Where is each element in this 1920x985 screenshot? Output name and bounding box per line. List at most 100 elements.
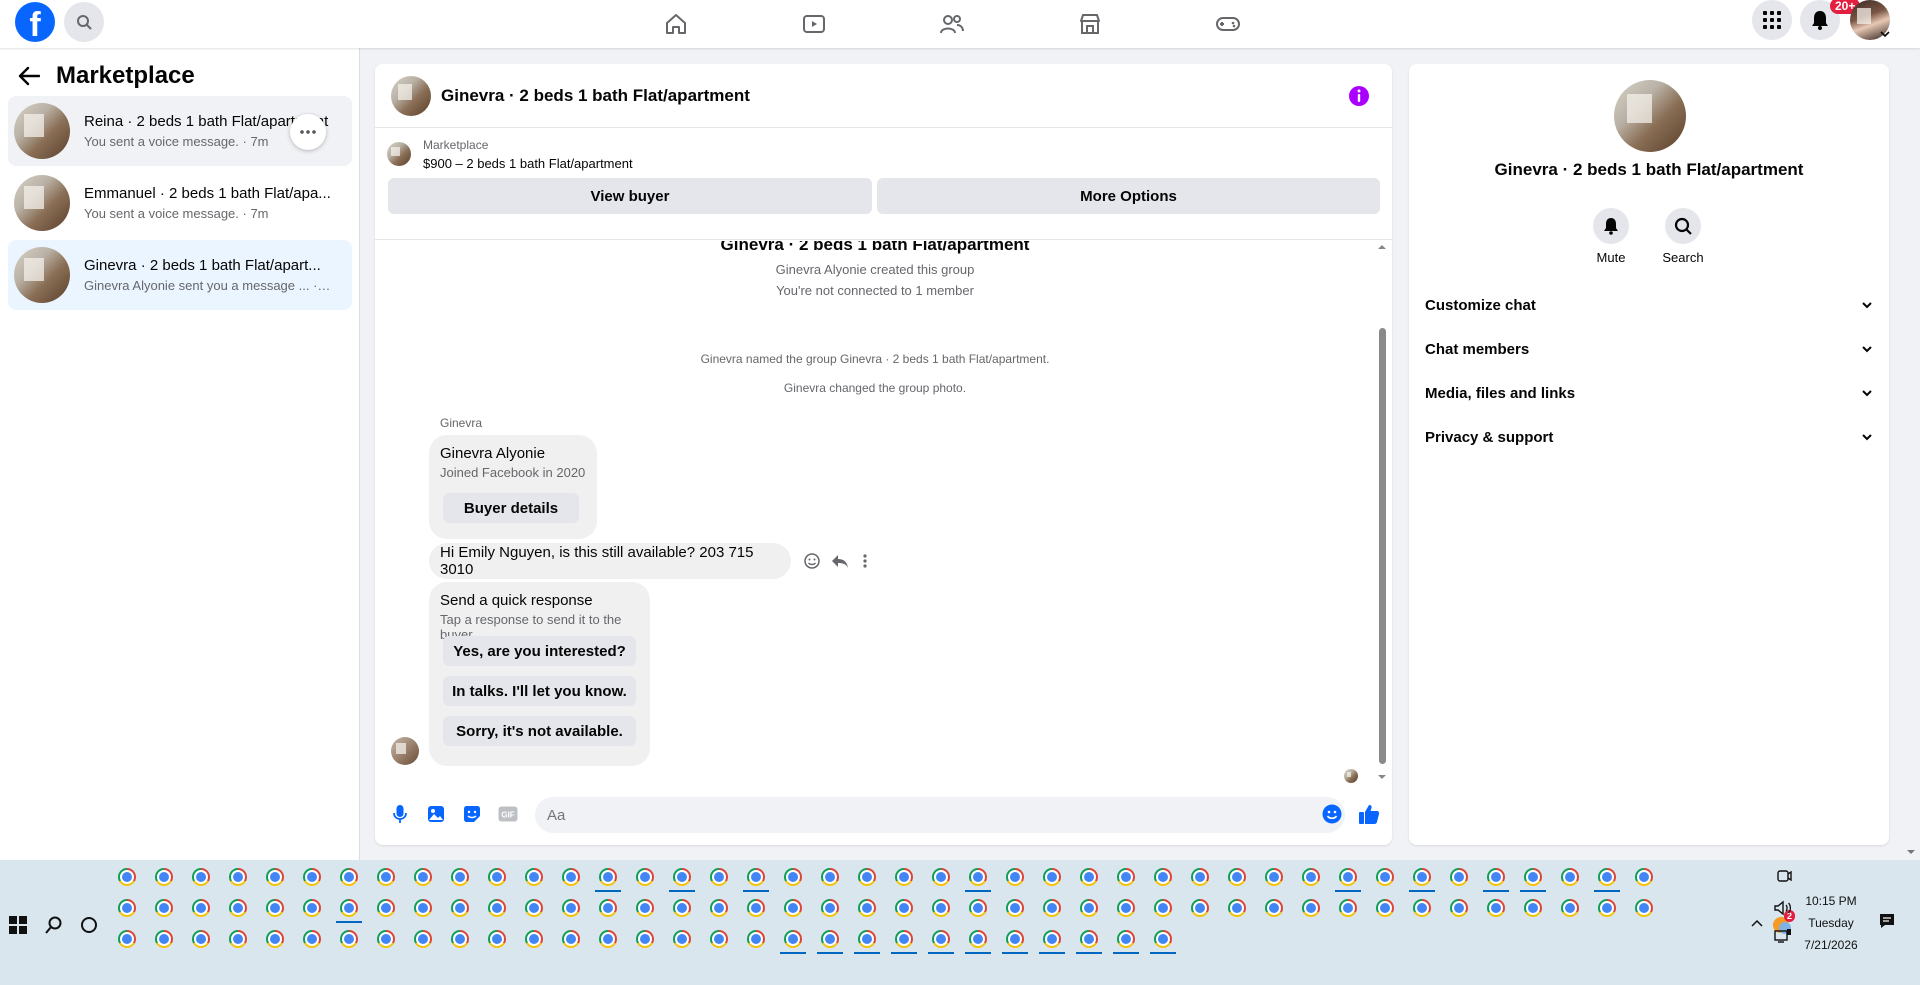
chrome-taskbar-icon[interactable] [895, 930, 913, 948]
chrome-taskbar-icon[interactable] [784, 930, 802, 948]
chrome-taskbar-icon[interactable] [525, 868, 543, 886]
chrome-taskbar-icon[interactable] [118, 930, 136, 948]
chrome-taskbar-icon[interactable] [1598, 899, 1616, 917]
chrome-taskbar-icon[interactable] [1117, 868, 1135, 886]
back-arrow-icon[interactable] [18, 66, 40, 86]
chrome-taskbar-icon[interactable] [1154, 899, 1172, 917]
chat-members-row[interactable]: Chat members [1425, 327, 1873, 371]
chrome-taskbar-icon[interactable] [1302, 899, 1320, 917]
chrome-taskbar-icon[interactable] [118, 899, 136, 917]
chrome-taskbar-icon[interactable] [1043, 930, 1061, 948]
chrome-taskbar-icon[interactable] [1117, 899, 1135, 917]
quick-response-button[interactable]: Sorry, it's not available. [443, 716, 636, 746]
chrome-taskbar-icon[interactable] [1191, 868, 1209, 886]
chrome-taskbar-icon[interactable] [1228, 899, 1246, 917]
chat-title[interactable]: Ginevra · 2 beds 1 bath Flat/apartment [441, 86, 750, 106]
menu-button[interactable] [1752, 0, 1792, 40]
view-buyer-button[interactable]: View buyer [388, 178, 872, 214]
chrome-taskbar-icon[interactable] [562, 899, 580, 917]
chrome-taskbar-icon[interactable] [599, 930, 617, 948]
chrome-taskbar-icon[interactable] [932, 868, 950, 886]
chrome-taskbar-icon[interactable] [1265, 868, 1283, 886]
chrome-taskbar-icon[interactable] [636, 899, 654, 917]
chrome-taskbar-icon[interactable] [118, 868, 136, 886]
chrome-taskbar-icon[interactable] [932, 899, 950, 917]
chrome-taskbar-icon[interactable] [1635, 899, 1653, 917]
chrome-taskbar-icon[interactable] [895, 899, 913, 917]
nav-video[interactable] [794, 6, 834, 42]
chrome-taskbar-icon[interactable] [266, 930, 284, 948]
emoji-button[interactable] [1321, 803, 1343, 825]
chrome-taskbar-icon[interactable] [1376, 899, 1394, 917]
scroll-down-icon[interactable] [1376, 771, 1388, 783]
chrome-taskbar-icon[interactable] [1487, 868, 1505, 886]
like-button[interactable] [1358, 803, 1380, 825]
chrome-taskbar-icon[interactable] [451, 899, 469, 917]
media-files-links-row[interactable]: Media, files and links [1425, 371, 1873, 415]
chrome-taskbar-icon[interactable] [562, 868, 580, 886]
chrome-taskbar-icon[interactable] [1265, 899, 1283, 917]
chrome-taskbar-icon[interactable] [673, 930, 691, 948]
chrome-taskbar-icon[interactable] [488, 868, 506, 886]
chrome-taskbar-icon[interactable] [710, 899, 728, 917]
chrome-taskbar-icon[interactable] [1450, 868, 1468, 886]
chrome-taskbar-icon[interactable] [1487, 899, 1505, 917]
chrome-taskbar-icon[interactable] [1450, 899, 1468, 917]
nav-home[interactable] [656, 6, 696, 42]
chrome-taskbar-icon[interactable] [858, 899, 876, 917]
chrome-taskbar-icon[interactable] [303, 930, 321, 948]
chrome-taskbar-icon[interactable] [673, 899, 691, 917]
chrome-taskbar-icon[interactable] [488, 899, 506, 917]
chrome-taskbar-icon[interactable] [525, 899, 543, 917]
chrome-taskbar-icon[interactable] [1561, 868, 1579, 886]
chrome-taskbar-icon[interactable] [599, 868, 617, 886]
more-options-button[interactable]: More Options [877, 178, 1380, 214]
chrome-taskbar-icon[interactable] [155, 930, 173, 948]
chrome-taskbar-icon[interactable] [340, 930, 358, 948]
chrome-taskbar-icon[interactable] [1080, 868, 1098, 886]
chevron-up-icon[interactable] [1751, 918, 1763, 928]
chrome-taskbar-icon[interactable] [340, 899, 358, 917]
nav-friends[interactable] [932, 6, 972, 42]
chrome-taskbar-icon[interactable] [599, 899, 617, 917]
info-icon[interactable] [1348, 85, 1370, 107]
react-emoji-icon[interactable] [803, 552, 821, 570]
chrome-taskbar-icon[interactable] [303, 868, 321, 886]
chrome-taskbar-icon[interactable] [1376, 868, 1394, 886]
chrome-taskbar-icon[interactable] [747, 868, 765, 886]
customize-chat-row[interactable]: Customize chat [1425, 283, 1873, 327]
chrome-taskbar-icon[interactable] [636, 868, 654, 886]
mute-button[interactable]: Mute [1581, 208, 1641, 265]
voice-clip-button[interactable] [389, 803, 411, 825]
chrome-taskbar-icon[interactable] [155, 899, 173, 917]
chrome-taskbar-icon[interactable] [266, 899, 284, 917]
chrome-taskbar-icon[interactable] [1228, 868, 1246, 886]
chrome-taskbar-icon[interactable] [969, 868, 987, 886]
buyer-details-button[interactable]: Buyer details [443, 493, 579, 523]
clock-time[interactable]: 10:15 PM [1796, 894, 1866, 908]
chrome-taskbar-icon[interactable] [821, 899, 839, 917]
chrome-taskbar-icon[interactable] [1561, 899, 1579, 917]
chrome-taskbar-icon[interactable] [858, 868, 876, 886]
chrome-taskbar-icon[interactable] [377, 868, 395, 886]
chat-avatar[interactable] [391, 75, 431, 116]
chrome-taskbar-icon[interactable] [1154, 930, 1172, 948]
chrome-taskbar-icon[interactable] [562, 930, 580, 948]
chrome-taskbar-icon[interactable] [266, 868, 284, 886]
chrome-taskbar-icon[interactable] [636, 930, 654, 948]
page-scroll-down-icon[interactable] [1906, 848, 1916, 856]
chrome-taskbar-icon[interactable] [1154, 868, 1172, 886]
chrome-taskbar-icon[interactable] [895, 868, 913, 886]
chrome-taskbar-icon[interactable] [1117, 930, 1135, 948]
chrome-taskbar-icon[interactable] [969, 930, 987, 948]
search-button[interactable] [64, 2, 104, 42]
task-view-icon[interactable] [80, 916, 98, 934]
chrome-taskbar-icon[interactable] [414, 899, 432, 917]
windows-start-icon[interactable] [9, 916, 27, 934]
chrome-taskbar-icon[interactable] [747, 899, 765, 917]
conversation-item[interactable]: Reina · 2 beds 1 bath Flat/apartment You… [8, 96, 352, 166]
chrome-taskbar-icon[interactable] [1043, 899, 1061, 917]
chrome-taskbar-icon[interactable] [747, 930, 765, 948]
chrome-taskbar-icon[interactable] [1524, 868, 1542, 886]
quick-response-button[interactable]: In talks. I'll let you know. [443, 676, 636, 706]
